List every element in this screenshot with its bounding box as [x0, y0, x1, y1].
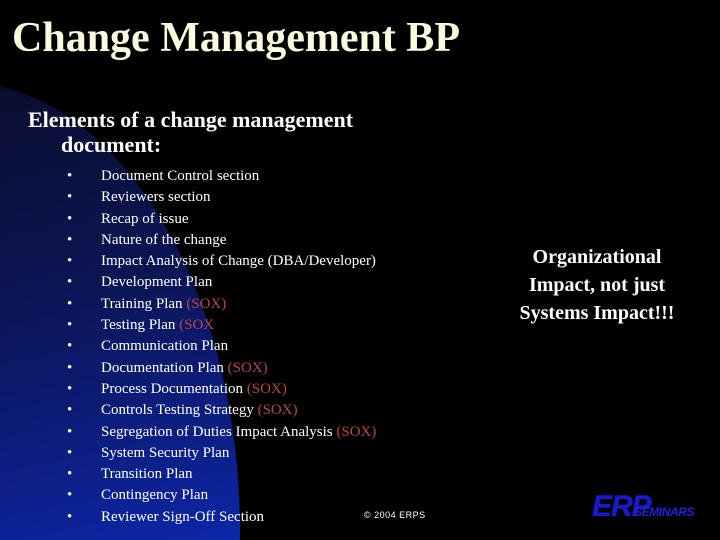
bullet-marker-icon: • [67, 380, 73, 397]
bullet-list: • Document Control section • Reviewers sect… [56, 166, 576, 528]
bullet-list-item: • System Security Plan [56, 443, 576, 464]
sox-tag-label: (SOX) [336, 423, 377, 440]
bullet-list-item: • Transition Plan [56, 464, 576, 485]
bullet-list-item: • Document Control section [56, 166, 576, 187]
bullet-item-label: Process Documentation [101, 380, 247, 397]
bullet-marker-icon: • [67, 338, 73, 355]
bullet-marker-icon: • [67, 359, 73, 376]
erp-seminars-logo: ERP SEMINARS [592, 490, 704, 528]
emphasis-callout: Organizational Impact, not just Systems … [478, 243, 716, 327]
bullet-marker-icon: • [67, 423, 73, 440]
bullet-item-label: Development Plan [101, 274, 213, 291]
sox-tag-label: (SOX) [186, 295, 227, 312]
bullet-item-label: Impact Analysis of Change (DBA/Developer… [101, 253, 376, 270]
bullet-marker-icon: • [67, 231, 73, 248]
bullet-item-label: Reviewers section [101, 189, 211, 206]
bullet-item-label: Document Control section [101, 168, 260, 184]
bullet-marker-icon: • [67, 317, 73, 334]
bullet-list-item: • Recap of issue [56, 209, 576, 230]
presentation-slide: Change Management BP Elements of a chang… [0, 0, 720, 540]
bullet-marker-icon: • [67, 168, 73, 184]
slide-title: Change Management BP [12, 15, 460, 61]
bullet-marker-icon: • [67, 210, 73, 227]
bullet-item-label: Communication Plan [101, 338, 229, 355]
content-heading-line-1: Elements of a change management [28, 107, 354, 132]
bullet-item-label: System Security Plan [101, 444, 230, 461]
sox-tag-label: (SOX [179, 317, 215, 334]
bullet-list-item: • Reviewers section [56, 187, 576, 208]
content-heading: Elements of a change management document… [28, 107, 458, 157]
bullet-marker-icon: • [67, 466, 73, 483]
bullet-item-label: Transition Plan [101, 466, 193, 483]
emphasis-callout-line-1: Organizational [532, 246, 662, 268]
sox-tag-label: (SOX) [257, 402, 298, 419]
emphasis-callout-line-3: Systems Impact!!! [519, 302, 675, 324]
bullet-marker-icon: • [67, 189, 73, 206]
bullet-marker-icon: • [67, 508, 73, 525]
sox-tag-label: (SOX) [227, 359, 268, 376]
bullet-list-item: • Process Documentation (SOX) [56, 379, 576, 400]
bullet-item-label: Training Plan [101, 295, 187, 312]
bullet-marker-icon: • [67, 253, 73, 270]
bullet-item-label: Reviewer Sign-Off Section [101, 508, 265, 525]
bullet-marker-icon: • [67, 274, 73, 291]
sox-tag-label: (SOX) [246, 380, 287, 397]
bullet-list-item: • Controls Testing Strategy (SOX) [56, 400, 576, 421]
bullet-list-item: • Communication Plan [56, 336, 576, 357]
bullet-item-label: Documentation Plan [101, 359, 228, 376]
bullet-item-label: Testing Plan [101, 317, 180, 334]
copyright-notice: © 2004 ERPS [364, 510, 426, 520]
bullet-item-label: Controls Testing Strategy [101, 402, 258, 419]
bullet-marker-icon: • [67, 444, 73, 461]
bullet-list-item: • Contingency Plan [56, 485, 576, 506]
bullet-list-item: • Reviewer Sign-Off Section [56, 507, 576, 528]
bullet-item-label: Segregation of Duties Impact Analysis [101, 423, 337, 440]
logo-secondary-text: SEMINARS [634, 505, 695, 519]
content-heading-line-2: document: [61, 132, 162, 157]
bullet-marker-icon: • [67, 295, 73, 312]
bullet-marker-icon: • [67, 487, 73, 504]
bullet-list-item: • Documentation Plan (SOX) [56, 358, 576, 379]
bullet-marker-icon: • [67, 402, 73, 419]
bullet-list-item: • Segregation of Duties Impact Analysis (… [56, 422, 576, 443]
emphasis-callout-line-2: Impact, not just [528, 274, 666, 296]
bullet-item-label: Recap of issue [101, 210, 189, 227]
bullet-item-label: Contingency Plan [101, 487, 209, 504]
bullet-item-label: Nature of the change [101, 231, 227, 248]
